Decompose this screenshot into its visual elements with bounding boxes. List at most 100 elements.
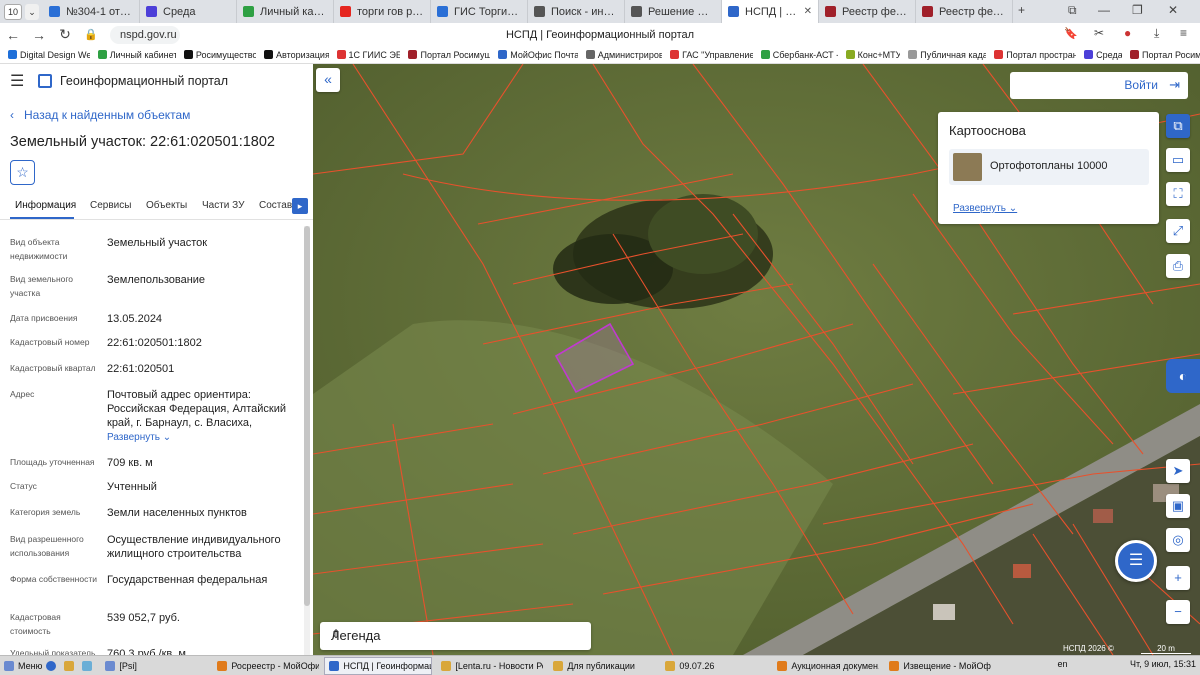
zoom-out-icon[interactable]: − — [1166, 600, 1190, 624]
back-arrow-icon[interactable]: ← — [0, 27, 26, 43]
collapse-panel-button[interactable]: « — [316, 68, 340, 92]
hamburger-menu-icon[interactable]: ☰ — [10, 71, 30, 91]
taskbar-window-button[interactable]: Аукционная докумен... — [772, 657, 880, 675]
chat-icon[interactable]: ☰ — [1115, 540, 1157, 582]
browser-tab[interactable]: Решение Барнаул — [625, 0, 722, 23]
portal-title: Геоинформационный портал — [60, 74, 229, 88]
browser-tab[interactable]: Среда — [140, 0, 237, 23]
close-tab-icon[interactable]: ✕ — [804, 6, 812, 17]
bookmark-item[interactable]: Личный кабинет — [97, 50, 176, 60]
scrollbar-thumb[interactable] — [304, 226, 310, 606]
tab-count-badge[interactable]: 10 — [4, 3, 22, 20]
basemap-expand-link[interactable]: Развернуть ⌄ — [953, 203, 1017, 214]
collections-icon[interactable]: ⧉ — [1068, 3, 1077, 18]
bookmark-icon[interactable]: 🔖 — [1064, 27, 1078, 40]
tab-services[interactable]: Сервисы — [90, 200, 131, 211]
files-icon[interactable] — [82, 660, 96, 671]
browser-tab[interactable]: №304-1 от 17.06.2 — [43, 0, 140, 23]
bookmark-item[interactable]: Портал Росим — [1129, 50, 1200, 60]
bookmark-label: Публичная када — [920, 49, 987, 60]
back-to-results-link[interactable]: ‹ Назад к найденным объектам — [10, 108, 190, 122]
forward-arrow-icon[interactable]: → — [26, 27, 52, 43]
browser-tab[interactable]: Реестр федераль — [916, 0, 1013, 23]
tab-objects[interactable]: Объекты — [146, 200, 187, 211]
bookmark-item[interactable]: Digital Design We — [8, 50, 90, 60]
bookmark-item[interactable]: Сбербанк-АСТ - — [760, 50, 838, 60]
browser-tab[interactable]: Реестр федераль — [819, 0, 916, 23]
taskbar-window-button[interactable]: 09.07.26 — [660, 657, 768, 675]
bookmark-item[interactable]: Портал Росимущ — [408, 50, 490, 60]
bookmark-item[interactable]: Портал простран — [994, 50, 1076, 60]
window-icon — [105, 660, 116, 671]
tab-information[interactable]: Информация — [15, 200, 76, 211]
bookmark-item[interactable]: Росимущество — [183, 50, 256, 60]
zoom-in-icon[interactable]: + — [1166, 566, 1190, 590]
screen-icon[interactable]: ▣ — [1166, 494, 1190, 518]
taskbar-window-button[interactable]: Для публикации — [548, 657, 656, 675]
profile-icon[interactable]: ● — [1124, 26, 1131, 40]
bookmark-favicon-icon — [760, 50, 770, 59]
taskbar-window-label: [Psi] — [119, 660, 137, 671]
select-area-icon[interactable]: ⛶ — [1166, 182, 1190, 206]
browser-tab[interactable]: НСПД | Геоинф ✕ — [722, 0, 819, 23]
tab-favicon-icon — [49, 6, 60, 17]
browser-tab[interactable]: ГИС Торги – прод — [431, 0, 528, 23]
tab-composition[interactable]: Состав — [259, 200, 292, 211]
bookmark-item[interactable]: 1С ГИИС ЭБ — [336, 50, 400, 60]
downloads-icon[interactable]: ⤓ — [1154, 26, 1159, 41]
taskbar-window-button[interactable]: [Psi] — [100, 657, 208, 675]
page-title: НСПД | Геоинформационный портал — [505, 28, 695, 41]
reload-icon[interactable]: ↻ — [52, 26, 78, 43]
browser-tab[interactable]: Личный кабинет — [237, 0, 334, 23]
extensions-icon[interactable]: ✂ — [1094, 26, 1104, 40]
tab-list-dropdown-icon[interactable]: ⌄ — [25, 3, 39, 20]
basemap-title: Картооснова — [949, 123, 1026, 138]
tab-parts[interactable]: Части ЗУ — [202, 200, 244, 211]
share-icon[interactable]: ⤢ — [1166, 219, 1190, 243]
folder-icon[interactable] — [64, 660, 78, 671]
bookmark-item[interactable]: Авторизация — [264, 50, 329, 60]
clock[interactable]: Чт, 9 июл, 15:31 — [1130, 659, 1196, 669]
basemap-item-orthophoto[interactable]: Ортофотопланы 10000 — [949, 149, 1149, 185]
taskbar-window-button[interactable]: [Lenta.ru - Новости Ро... — [436, 657, 544, 675]
maximize-icon[interactable]: ❐ — [1132, 3, 1143, 17]
bookmark-item[interactable]: Публичная када — [908, 50, 986, 60]
location-pin-icon[interactable]: ◎ — [1166, 528, 1190, 552]
minimize-icon[interactable]: — — [1098, 3, 1110, 17]
bookmark-item[interactable]: ГАС "Управление — [670, 50, 753, 60]
geolocation-icon[interactable]: ➤ — [1166, 459, 1190, 483]
url-field[interactable]: nspd.gov.ru — [110, 25, 180, 44]
tabs-scroll-right-icon[interactable]: ▸ — [292, 198, 308, 214]
menu-icon[interactable]: ≡ — [1180, 26, 1187, 40]
language-indicator[interactable]: en — [1057, 659, 1067, 669]
ruler-icon[interactable]: ▭ — [1166, 148, 1190, 172]
bookmark-item[interactable]: Администриров — [585, 50, 662, 60]
roof — [1013, 564, 1031, 578]
legend-panel[interactable]: Легенда ⇕ — [320, 622, 591, 650]
layers-icon[interactable]: ⧉ — [1166, 114, 1190, 138]
taskbar-window-button[interactable]: НСПД | Геоинформац... — [324, 656, 433, 675]
address-expand-link[interactable]: Развернуть ⌄ — [107, 432, 171, 443]
portal-logo-icon — [38, 74, 52, 88]
map-view[interactable]: « Войти ⇥ Картооснова Ортофотопланы 10000… — [313, 64, 1200, 655]
print-icon[interactable]: ⎙ — [1166, 254, 1190, 278]
login-button[interactable]: Войти ⇥ — [1010, 72, 1188, 99]
favorite-star-button[interactable]: ☆ — [10, 160, 35, 185]
panel-scrollbar[interactable] — [304, 226, 310, 655]
start-menu-button[interactable]: Меню — [4, 660, 42, 671]
lock-icon[interactable]: 🔒 — [78, 28, 104, 41]
taskbar-window-button[interactable]: Росреестр - МойОфис... — [212, 657, 320, 675]
bookmark-item[interactable]: МойОфис Почта — [498, 50, 578, 60]
new-tab-icon[interactable]: + — [1018, 3, 1025, 17]
start-menu-icon — [4, 660, 14, 671]
browser-tab[interactable]: торги гов ру — Ян — [334, 0, 431, 23]
bookmark-item[interactable]: Среда — [1084, 50, 1122, 60]
browser-tab[interactable]: Поиск - интранет — [528, 0, 625, 23]
bookmark-item[interactable]: Конс+МТУ — [845, 50, 900, 60]
accessibility-badge-icon[interactable]: ◐ — [1166, 359, 1200, 393]
bookmark-label: Авторизация — [276, 49, 329, 60]
legend-toggle-icon[interactable]: ⇕ — [331, 627, 579, 641]
close-window-icon[interactable]: ✕ — [1168, 3, 1178, 17]
taskbar-window-button[interactable]: Извещение - МойОфис — [884, 657, 992, 675]
browser-quicklaunch-icon[interactable] — [46, 660, 60, 671]
